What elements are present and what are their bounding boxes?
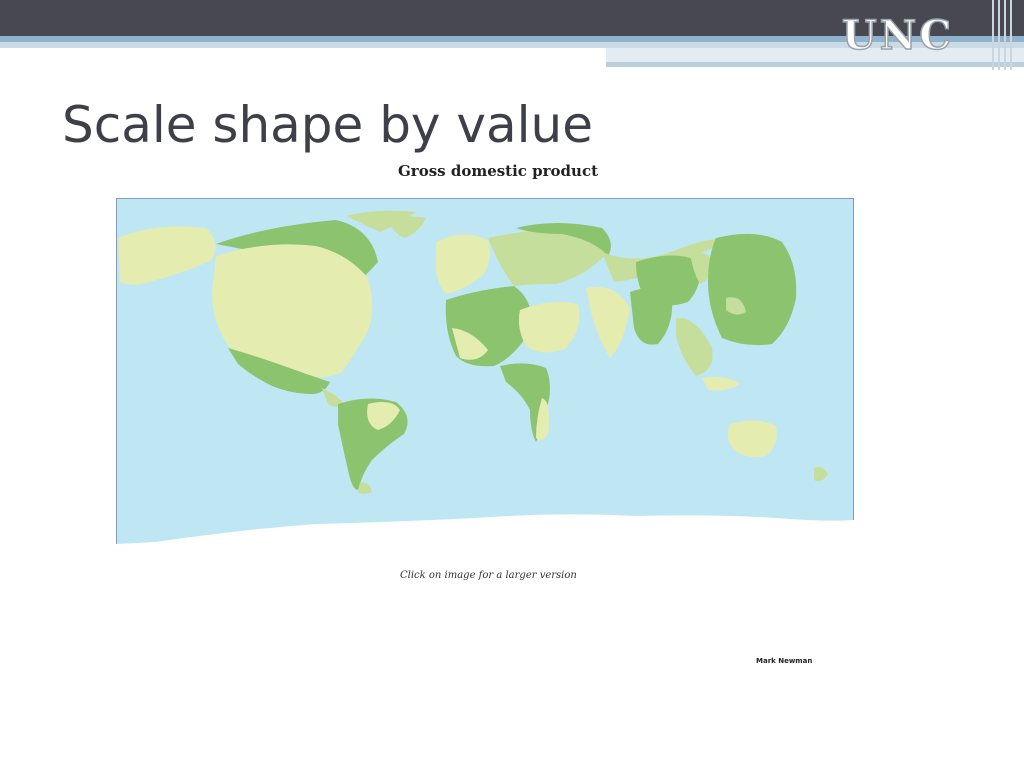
- slide-title: Scale shape by value: [62, 96, 593, 154]
- author-credit: Mark Newman: [756, 657, 813, 665]
- unc-logo: UNC: [841, 11, 955, 60]
- world-cartogram: [116, 198, 854, 570]
- cartogram-map[interactable]: [116, 198, 854, 570]
- map-title: Gross domestic product: [398, 162, 599, 180]
- header-divider: [1004, 0, 1006, 70]
- header-divider: [1010, 0, 1012, 70]
- header-divider: [992, 0, 994, 70]
- region-japan: [708, 233, 797, 346]
- header-divider: [998, 0, 1000, 70]
- map-caption-link[interactable]: Click on image for a larger version: [400, 570, 577, 581]
- region-china: [636, 255, 700, 306]
- header-accent-line: [606, 62, 1024, 67]
